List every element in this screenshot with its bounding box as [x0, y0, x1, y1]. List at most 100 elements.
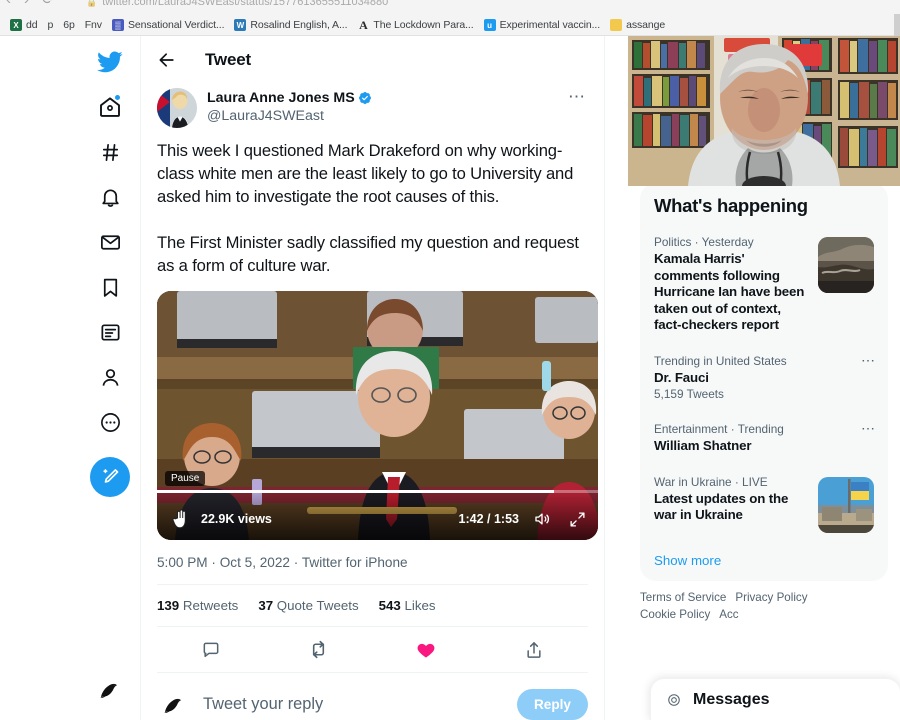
video-timecode: 1:42 / 1:53: [458, 512, 519, 526]
excel-icon: X: [10, 19, 22, 31]
trend-category: Politics · Yesterday: [654, 235, 754, 249]
video-progress-fill: [157, 490, 554, 493]
bookmark-label: The Lockdown Para...: [373, 19, 474, 31]
bookmark-item[interactable]: ▒ Sensational Verdict...: [108, 17, 230, 33]
nav-bookmarks[interactable]: [88, 265, 132, 309]
urp-circle-icon: u: [483, 19, 496, 31]
nav-more[interactable]: [88, 400, 132, 444]
messages-dock-title: Messages: [693, 690, 770, 708]
tweet-stat[interactable]: 543 Likes: [379, 598, 436, 613]
bookmark-item[interactable]: Xdd: [6, 17, 43, 33]
bookmark-item[interactable]: assange: [606, 17, 671, 33]
tweet-stat-count: 37: [258, 598, 274, 613]
trend-list: Politics · Yesterday Kamala Harris' comme…: [640, 225, 888, 543]
like-action-icon[interactable]: [409, 633, 443, 667]
nav-profile[interactable]: [88, 355, 132, 399]
bookmark-label: p: [47, 19, 54, 31]
nav-explore[interactable]: [88, 130, 132, 174]
bookmark-item[interactable]: u Experimental vaccin...: [480, 17, 607, 33]
retweet-action-icon[interactable]: [302, 633, 336, 667]
nav-twitter-logo[interactable]: [88, 40, 132, 84]
nav-lists[interactable]: [88, 310, 132, 354]
tweet-more-menu-icon[interactable]: ⋯: [566, 88, 588, 106]
video-view-count: 22.9K views: [201, 512, 272, 526]
home-unread-badge: [114, 94, 121, 101]
nav-home[interactable]: [88, 85, 132, 129]
footer-link[interactable]: Privacy Policy: [735, 591, 807, 604]
mouse-cursor-hand-icon: [169, 507, 193, 531]
back-arrow-icon[interactable]: ‹: [6, 0, 11, 7]
video-progress-track[interactable]: [157, 490, 598, 493]
url-text: twitter.com/LauraJ4SWEast/status/1577613…: [102, 0, 389, 8]
trend-category: Entertainment · Trending: [654, 422, 784, 436]
left-gutter: [0, 36, 80, 720]
expand-icon[interactable]: [569, 511, 586, 528]
tweet-timestamp: 5:00 PM · Oct 5, 2022 · Twitter for iPho…: [157, 540, 588, 585]
bookmark-item[interactable]: p: [43, 17, 59, 33]
trend-name: Dr. Fauci: [654, 369, 709, 385]
tweet-stats: 139 Retweets 37 Quote Tweets 543 Likes: [157, 585, 588, 627]
trend-tweet-count: 5,159 Tweets: [654, 387, 724, 401]
forward-arrow-icon[interactable]: ›: [24, 0, 29, 7]
tweet-action-bar: [157, 627, 588, 673]
bookmark-item[interactable]: W Rosalind English, A...: [230, 17, 353, 33]
bookmark-item[interactable]: Fnv: [81, 17, 108, 33]
bookmark-label: dd: [26, 19, 38, 31]
pause-tooltip: Pause: [165, 471, 206, 486]
whats-happening-panel: What's happening Politics · Yesterday Kam…: [640, 183, 888, 581]
reload-icon[interactable]: ⟳: [42, 0, 55, 7]
footer-link[interactable]: Cookie Policy: [640, 608, 710, 621]
bookmark-label: Sensational Verdict...: [127, 19, 225, 31]
trend-item-main: Entertainment · Trending William Shatner: [654, 422, 874, 455]
tweet-detail-column: Tweet Laura Anne Jones MS @LauraJ4SWEast…: [140, 36, 605, 720]
primary-navigation: [80, 36, 140, 720]
tweet-video-player[interactable]: Pause 22.9K views 1:42 / 1:53: [157, 291, 598, 540]
tweet-body: Laura Anne Jones MS @LauraJ4SWEast ⋯ Thi…: [141, 84, 604, 720]
reply-action-icon[interactable]: [194, 633, 228, 667]
footer-link[interactable]: Acc: [719, 608, 738, 621]
bookmark-item[interactable]: A The Lockdown Para...: [353, 17, 479, 33]
messages-dock-icon: [667, 693, 681, 707]
trend-more-menu-icon[interactable]: ⋯: [861, 353, 876, 367]
account-avatar[interactable]: [93, 672, 127, 706]
trend-name: William Shatner: [654, 438, 752, 453]
bookmark-label: assange: [626, 19, 666, 31]
tweet-text: This week I questioned Mark Drakeford on…: [157, 141, 579, 275]
url-bar[interactable]: ‹ › ⟳ 🔒 twitter.com/LauraJ4SWEast/status…: [0, 0, 900, 14]
trend-item-main: Politics · Yesterday Kamala Harris' comme…: [654, 235, 810, 334]
reply-avatar[interactable]: [157, 687, 191, 720]
nav-messages[interactable]: [88, 220, 132, 264]
show-more-link[interactable]: Show more: [640, 543, 888, 581]
bookmark-item[interactable]: 6p: [59, 17, 80, 33]
nav-notifications[interactable]: [88, 175, 132, 219]
trend-item-main: Trending in United States Dr. Fauci 5,159 …: [654, 354, 874, 403]
messages-dock[interactable]: Messages: [650, 678, 900, 720]
twitter-app: Tweet Laura Anne Jones MS @LauraJ4SWEast…: [0, 36, 900, 720]
share-action-icon[interactable]: [517, 633, 551, 667]
tweet-stat-count: 139: [157, 598, 180, 613]
webcam-overlay-video[interactable]: [628, 36, 900, 186]
trend-item[interactable]: Trending in United States Dr. Fauci 5,159 …: [640, 344, 888, 413]
back-button[interactable]: [157, 50, 177, 70]
trend-item[interactable]: Politics · Yesterday Kamala Harris' comme…: [640, 225, 888, 344]
bookmarks-overflow[interactable]: [894, 14, 900, 36]
trend-item[interactable]: Entertainment · Trending William Shatner ⋯: [640, 412, 888, 465]
trend-name: Latest updates on the war in Ukraine: [654, 490, 789, 523]
browser-nav-buttons: ‹ › ⟳: [6, 0, 55, 7]
trend-item[interactable]: War in Ukraine · LIVE Latest updates on t…: [640, 465, 888, 543]
url-text-wrap[interactable]: 🔒 twitter.com/LauraJ4SWEast/status/15776…: [86, 0, 388, 11]
compose-tweet-button[interactable]: [90, 457, 130, 497]
footer-link[interactable]: Terms of Service: [640, 591, 726, 604]
author-handle: @LauraJ4SWEast: [207, 108, 324, 124]
whats-happening-title: What's happening: [654, 195, 808, 216]
tweet-stat-label: Likes: [400, 598, 436, 613]
serif-a-icon: A: [359, 17, 368, 32]
trend-category: War in Ukraine · LIVE: [654, 474, 768, 489]
tweet-stat[interactable]: 139 Retweets: [157, 598, 238, 613]
trend-more-menu-icon[interactable]: ⋯: [861, 421, 876, 435]
volume-icon[interactable]: [533, 510, 551, 528]
reply-submit-button[interactable]: Reply: [516, 688, 588, 720]
reply-input[interactable]: Tweet your reply: [203, 695, 505, 714]
tweet-stat[interactable]: 37 Quote Tweets: [258, 598, 358, 613]
author-avatar[interactable]: [157, 88, 197, 128]
